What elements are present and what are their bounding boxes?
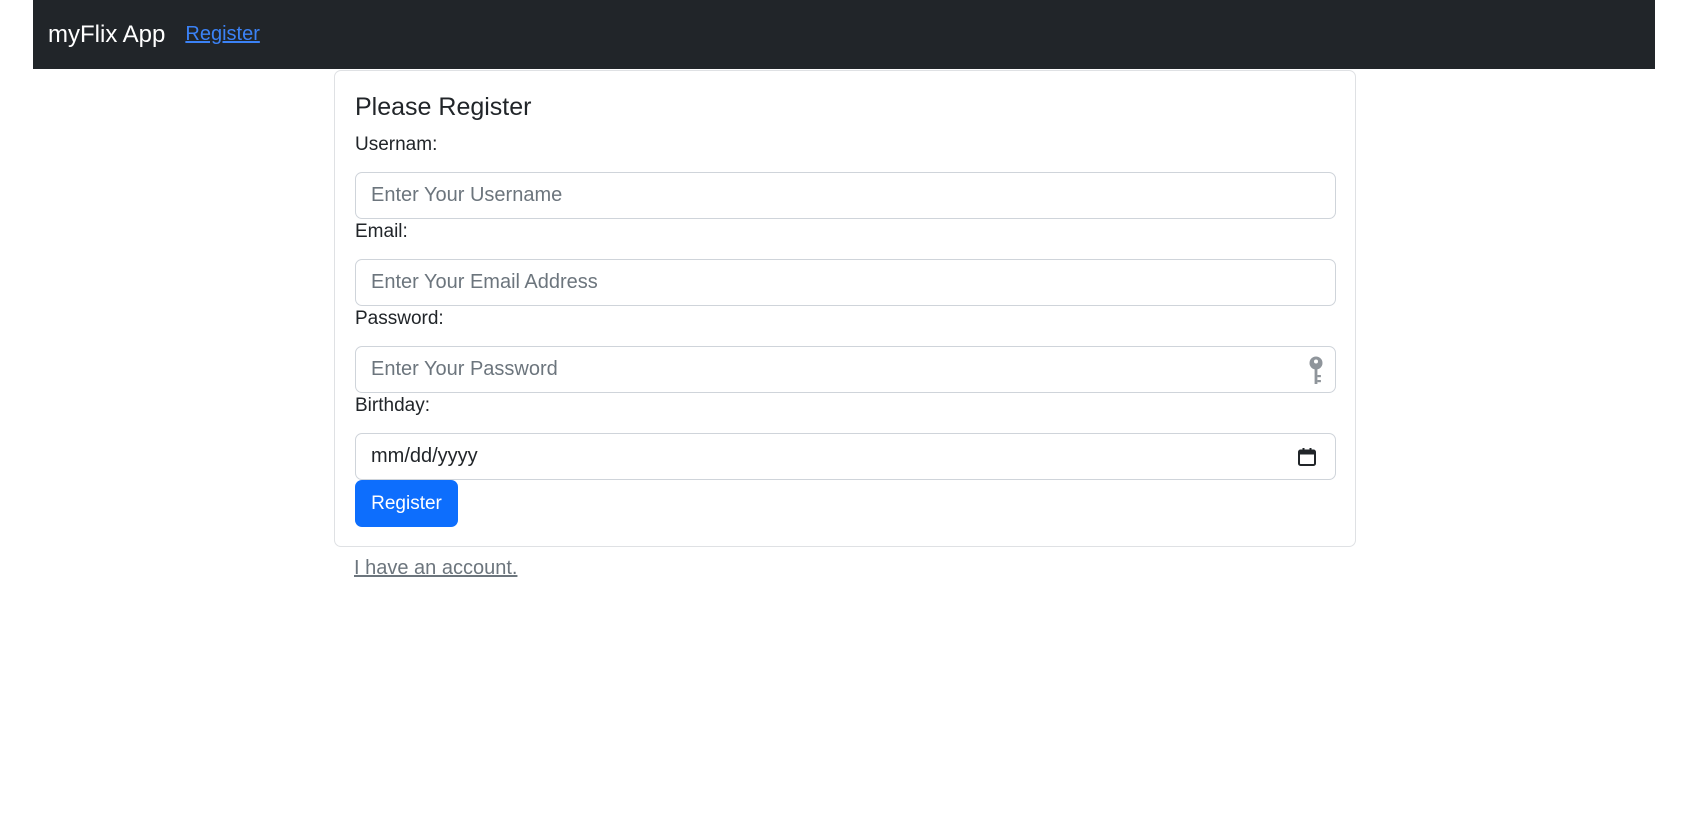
email-input[interactable] [371, 260, 1320, 305]
password-field[interactable] [355, 346, 1336, 393]
password-input[interactable] [371, 347, 1320, 392]
have-account-link[interactable]: I have an account. [354, 557, 517, 580]
register-card: Please Register Usernam: Email: Password… [334, 70, 1356, 547]
navbar: myFlix App Register [33, 0, 1655, 69]
birthday-field[interactable]: mm/dd/yyyy [355, 433, 1336, 480]
email-label: Email: [355, 221, 408, 242]
birthday-input-value[interactable]: mm/dd/yyyy [371, 445, 478, 468]
username-field[interactable] [355, 172, 1336, 219]
register-button[interactable]: Register [355, 480, 458, 527]
form-title: Please Register [355, 93, 532, 121]
password-label: Password: [355, 308, 444, 329]
nav-link-register[interactable]: Register [185, 23, 259, 46]
email-field[interactable] [355, 259, 1336, 306]
username-input[interactable] [371, 173, 1320, 218]
brand-title[interactable]: myFlix App [48, 21, 165, 49]
calendar-icon[interactable] [1297, 447, 1317, 467]
birthday-label: Birthday: [355, 395, 430, 416]
username-label: Usernam: [355, 134, 438, 155]
key-icon[interactable] [1308, 356, 1324, 386]
